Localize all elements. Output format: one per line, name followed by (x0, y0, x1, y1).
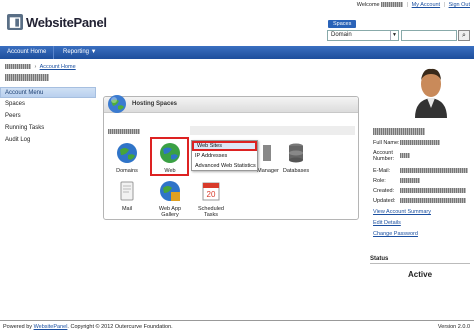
nav-reporting[interactable]: Reporting ▼ (56, 46, 104, 59)
username-redacted (381, 2, 404, 8)
popup-web-sites[interactable]: Web Sites (192, 141, 257, 151)
breadcrumb-account-home[interactable]: Account Home (40, 64, 76, 70)
view-account-summary-link[interactable]: View Account Summary (373, 209, 431, 215)
breadcrumb-user-redacted[interactable] (5, 64, 31, 70)
updated-value (400, 198, 466, 204)
search-type-value: Domain (331, 32, 352, 38)
web-app-gallery-icon (160, 181, 180, 201)
menu-item-spaces[interactable]: Spaces (0, 98, 96, 110)
status-heading: Status (370, 256, 470, 264)
header: ◧ WebsitePanel Welcome | My Account | Si… (0, 0, 474, 44)
top-nav: Account Home Reporting ▼ (0, 46, 474, 59)
search-type-select[interactable]: Domain ▼ (327, 30, 399, 41)
spaces-label: Spaces (328, 20, 357, 28)
account-menu-title: Account Menu (0, 87, 96, 98)
domains-icon (117, 143, 137, 163)
svg-text:20: 20 (207, 190, 216, 199)
chevron-down-icon[interactable]: ▼ (390, 31, 398, 40)
nav-account-home[interactable]: Account Home (0, 46, 55, 59)
space-bar (190, 126, 355, 135)
avatar (415, 68, 447, 118)
footer-powered-by: Powered by (3, 324, 33, 330)
footer-websitepanel-link[interactable]: WebsitePanel (34, 324, 68, 330)
web-highlight (150, 137, 189, 176)
calendar-icon: 20 (202, 182, 220, 201)
databases-tile[interactable]: Databases (276, 141, 316, 174)
footer-version: Version 2.0.0 (437, 324, 470, 330)
welcome-text: Welcome (356, 2, 380, 8)
logo[interactable]: ◧ WebsitePanel (7, 14, 107, 30)
domains-label: Domains (116, 168, 138, 174)
space-name[interactable] (108, 129, 140, 135)
updated-label: Updated: (373, 198, 396, 204)
email-value (400, 168, 468, 174)
menu-item-running-tasks[interactable]: Running Tasks (0, 122, 96, 134)
web-popup-menu: Web Sites IP Addresses Advanced Web Stat… (191, 140, 258, 171)
breadcrumb: › Account Home (5, 64, 76, 70)
menu-item-audit-log[interactable]: Audit Log (0, 134, 96, 146)
domains-tile[interactable]: Domains (107, 141, 147, 174)
created-label: Created: (373, 188, 395, 194)
menu-item-peers[interactable]: Peers (0, 110, 96, 122)
my-account-link[interactable]: My Account (412, 2, 440, 8)
hosting-spaces-title: Hosting Spaces (132, 101, 178, 107)
logo-text: WebsitePanel (26, 14, 107, 30)
space-name-redacted (108, 129, 140, 134)
web-app-gallery-label: Web App Gallery (158, 206, 182, 218)
databases-label: Databases (282, 168, 310, 174)
full-name-label: Full Name: (373, 140, 400, 146)
popup-ip-addresses[interactable]: IP Addresses (192, 151, 257, 161)
top-links: Welcome | My Account | Sign Out (356, 2, 470, 8)
search-input[interactable] (401, 30, 457, 41)
status-value: Active (408, 270, 433, 279)
search-icon: ⌕ (462, 32, 466, 39)
email-label: E-Mail: (373, 168, 391, 174)
page-title-redacted (5, 74, 49, 81)
role-label: Role: (373, 178, 386, 184)
hosting-spaces-header: Hosting Spaces (104, 95, 358, 113)
profile-name (373, 128, 425, 135)
account-number-value (400, 153, 410, 159)
page-title (5, 74, 49, 81)
profile-name-redacted (373, 128, 425, 135)
full-name-value (400, 140, 440, 146)
created-value (400, 188, 466, 194)
web-app-gallery-tile[interactable]: Web App Gallery (150, 179, 190, 218)
database-icon (289, 143, 303, 163)
sign-out-link[interactable]: Sign Out (449, 2, 470, 8)
footer: Powered by WebsitePanel. Copyright © 201… (0, 320, 474, 335)
change-password-link[interactable]: Change Password (373, 231, 418, 237)
account-number-label: Account Number: (373, 150, 395, 162)
hosting-spaces-panel: Hosting Spaces Domains Web Manager Datab… (103, 95, 359, 220)
role-value (400, 178, 420, 184)
logo-mark-icon: ◧ (7, 14, 23, 30)
search-button[interactable]: ⌕ (458, 30, 470, 41)
footer-copyright: . Copyright © 2012 Outercurve Foundation… (67, 324, 173, 330)
mail-tile[interactable]: Mail (107, 179, 147, 212)
edit-details-link[interactable]: Edit Details (373, 220, 401, 226)
account-menu: Account Menu Spaces Peers Running Tasks … (0, 87, 96, 157)
scheduled-tasks-label: Scheduled Tasks (198, 206, 224, 218)
globe-icon (108, 95, 126, 113)
mail-label: Mail (121, 206, 133, 212)
popup-advanced-web-statistics[interactable]: Advanced Web Statistics (192, 161, 257, 171)
mail-icon (120, 181, 134, 201)
scheduled-tasks-tile[interactable]: 20 Scheduled Tasks (191, 179, 231, 218)
